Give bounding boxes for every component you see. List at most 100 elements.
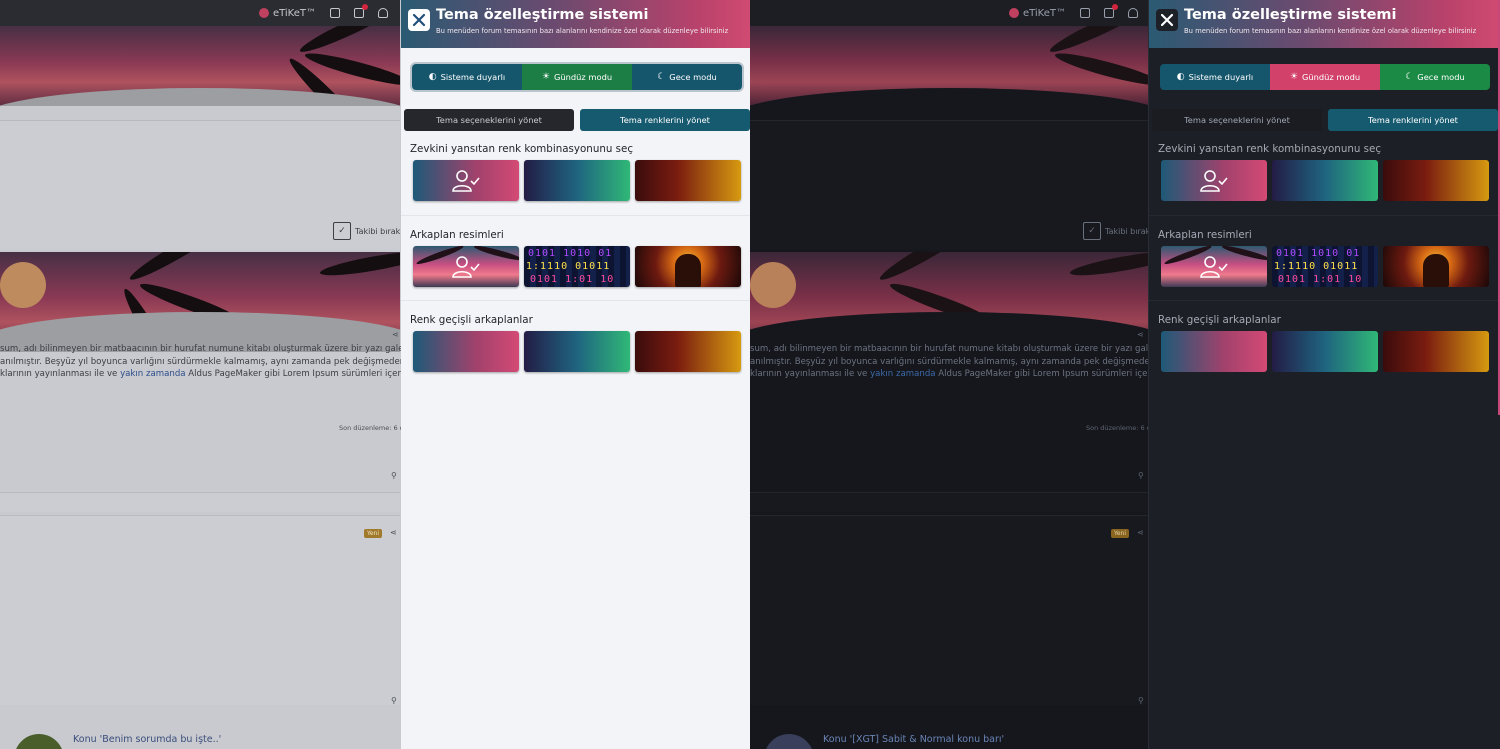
gradient-swatch-pink[interactable] — [413, 331, 519, 372]
combo-swatch-gold[interactable] — [635, 160, 741, 201]
section-title-backgrounds: Arkaplan resimleri — [410, 229, 504, 241]
brand-link[interactable]: eTiKeT™ — [258, 7, 316, 19]
close-button[interactable] — [1156, 9, 1178, 31]
bg-image-warrior[interactable] — [1383, 246, 1489, 287]
combo-swatch-pink[interactable] — [413, 160, 519, 201]
post-link[interactable]: yakın zamanda — [870, 369, 935, 379]
link-icon[interactable]: ⚲ — [391, 471, 397, 480]
gradient-swatch-pink[interactable] — [1161, 331, 1267, 372]
night-mode-button[interactable]: ☾ Gece modu — [1380, 64, 1490, 90]
theme-panel: Tema özelleştirme sistemi Bu menüden for… — [401, 0, 750, 749]
system-mode-button[interactable]: ◐ Sisteme duyarlı — [412, 64, 522, 90]
combo-swatch-green[interactable] — [524, 160, 630, 201]
gradient-swatch-gold[interactable] — [635, 331, 741, 372]
matrix-text: 1:1110 01011 — [1274, 261, 1359, 272]
mode-label: Gece modu — [669, 72, 717, 82]
divider-card — [0, 492, 400, 512]
user-check-icon — [1199, 255, 1229, 279]
gradient-swatch-gold[interactable] — [1383, 331, 1489, 372]
share-icon[interactable]: ⋖ — [390, 528, 397, 537]
user-check-icon — [451, 255, 481, 279]
gradient-swatch-green[interactable] — [1272, 331, 1378, 372]
night-mode-button[interactable]: ☾ Gece modu — [632, 64, 742, 90]
gradient-swatches — [413, 331, 741, 372]
section-title-gradients: Renk geçişli arkaplanlar — [410, 314, 533, 326]
thread-link[interactable]: Konu '[XGT] Sabit & Normal konu barı' — [823, 734, 1004, 745]
combo-swatch-green[interactable] — [1272, 160, 1378, 201]
section-title-combos: Zevkini yansıtan renk kombinasyonunu seç — [1158, 143, 1382, 155]
bg-image-matrix[interactable]: 0101 1010 01 1:1110 01011 0101 1:01 10 — [524, 246, 630, 287]
link-icon[interactable]: ⚲ — [1138, 696, 1144, 705]
close-icon — [412, 13, 426, 27]
share-icon[interactable]: ⋖ — [1137, 330, 1144, 339]
day-mode-button[interactable]: ☀ Gündüz modu — [522, 64, 632, 90]
share-icon[interactable]: ⋖ — [392, 330, 399, 339]
mode-switch: ◐ Sisteme duyarlı ☀ Gündüz modu ☾ Gece modu — [412, 64, 742, 90]
header-banner — [750, 26, 1150, 106]
brand-link[interactable]: eTiKeT™ — [1008, 8, 1066, 19]
mail-icon[interactable] — [354, 4, 368, 18]
brand-name: eTiKeT™ — [272, 7, 316, 19]
moon-icon: ☾ — [657, 72, 666, 82]
top-navbar: eTiKeT™ — [750, 0, 1150, 26]
avatar[interactable] — [14, 734, 64, 749]
mode-label: Gündüz modu — [553, 72, 613, 82]
share-icon[interactable]: ⋖ — [1137, 528, 1144, 537]
light-mode-view: eTiKeT™ ✓ Takibi bırak ⋖ sum, adı bilinm… — [0, 0, 750, 749]
sun-icon: ☀ — [541, 72, 550, 82]
tab-theme-options[interactable]: Tema seçeneklerini yönet — [404, 109, 574, 131]
moon-icon: ☾ — [1405, 72, 1414, 82]
notification-dot — [362, 4, 368, 10]
bg-image-matrix[interactable]: 0101 1010 01 1:1110 01011 0101 1:01 10 — [1272, 246, 1378, 287]
combo-swatches — [1161, 160, 1489, 201]
header-banner — [0, 26, 400, 106]
mail-icon[interactable] — [1104, 4, 1118, 18]
section-title-gradients: Renk geçişli arkaplanlar — [1158, 314, 1281, 326]
panel-subtitle: Bu menüden forum temasının bazı alanları… — [1184, 27, 1477, 35]
user-check-icon — [451, 169, 481, 193]
unfollow-label: Takibi bırak — [1105, 226, 1151, 236]
brand-logo-icon — [258, 8, 269, 18]
tab-theme-colors[interactable]: Tema renklerini yönet — [1328, 109, 1498, 131]
checkbox-icon: ✓ — [333, 222, 351, 240]
post-text: Aldus PageMaker gibi Lorem Ipsum sürümle… — [185, 369, 402, 379]
bell-icon[interactable] — [1128, 8, 1138, 18]
half-circle-icon: ◐ — [428, 72, 437, 82]
tab-theme-options[interactable]: Tema seçeneklerini yönet — [1152, 109, 1322, 131]
matrix-text: 0101 1010 01 — [528, 248, 613, 259]
post-link[interactable]: yakın zamanda — [120, 369, 185, 379]
close-button[interactable] — [408, 9, 430, 31]
bg-image-sunset[interactable] — [1161, 246, 1267, 287]
post-banner — [0, 252, 400, 352]
thread-link[interactable]: Konu 'Benim sorumda bu işte..' — [73, 734, 221, 745]
panel-tabs: Tema seçeneklerini yönet Tema renklerini… — [404, 109, 750, 131]
close-icon — [1160, 13, 1174, 27]
panel-subtitle: Bu menüden forum temasının bazı alanları… — [436, 27, 729, 35]
post-text: Aldus PageMaker gibi Lorem Ipsum sürümle… — [935, 369, 1148, 379]
link-icon[interactable]: ⚲ — [391, 696, 397, 705]
panel-tabs: Tema seçeneklerini yönet Tema renklerini… — [1152, 109, 1498, 131]
unfollow-button[interactable]: ✓ Takibi bırak — [1083, 222, 1150, 240]
bell-icon[interactable] — [378, 8, 388, 18]
edited-note: Son düzenleme: 6 da — [339, 424, 408, 432]
bg-image-warrior[interactable] — [635, 246, 741, 287]
link-icon[interactable]: ⚲ — [1138, 471, 1144, 480]
post-line: sum, adı bilinmeyen bir matbaacının bir … — [750, 344, 1148, 354]
section-divider — [401, 300, 750, 301]
tab-theme-colors[interactable]: Tema renklerini yönet — [580, 109, 750, 131]
system-mode-button[interactable]: ◐ Sisteme duyarlı — [1160, 64, 1270, 90]
list-icon[interactable] — [1080, 8, 1090, 18]
unfollow-button[interactable]: ✓ Takibi bırak — [333, 222, 400, 240]
post-line: sum, adı bilinmeyen bir matbaacının bir … — [0, 344, 402, 354]
bg-image-sunset[interactable] — [413, 246, 519, 287]
day-mode-button[interactable]: ☀ Gündüz modu — [1270, 64, 1380, 90]
post-card — [750, 515, 1150, 705]
gradient-swatch-green[interactable] — [524, 331, 630, 372]
new-badge: Yeni — [1111, 529, 1130, 538]
list-icon[interactable] — [330, 8, 340, 18]
user-check-icon — [1199, 169, 1229, 193]
combo-swatch-gold[interactable] — [1383, 160, 1489, 201]
avatar[interactable] — [764, 734, 814, 749]
combo-swatch-pink[interactable] — [1161, 160, 1267, 201]
section-divider — [1149, 300, 1500, 301]
